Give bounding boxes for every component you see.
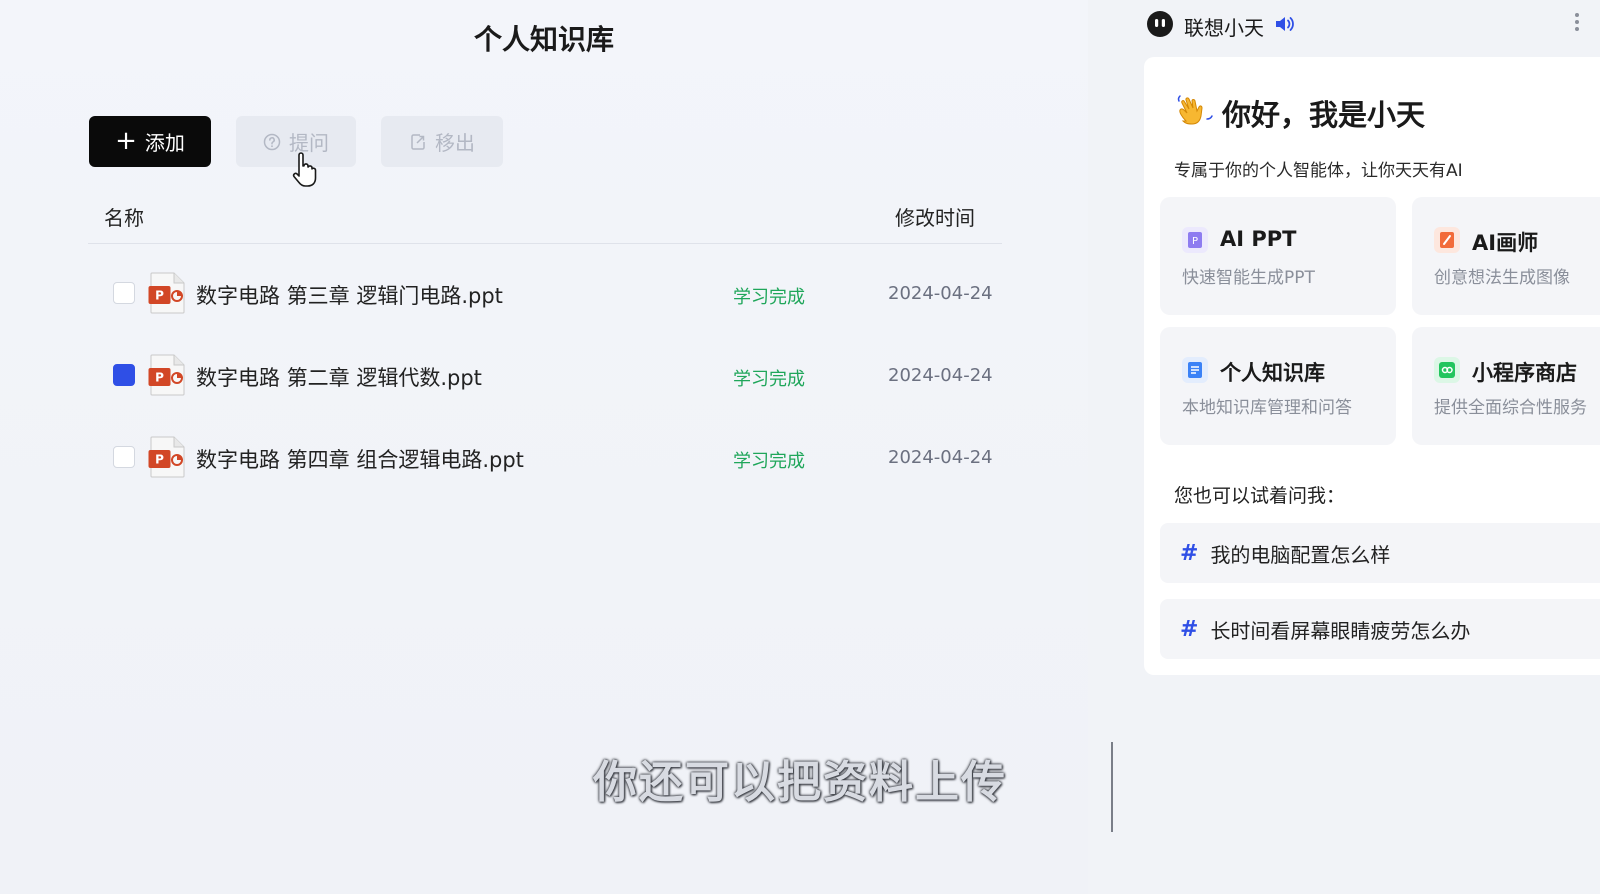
assistant-card: 你好，我是小天 专属于你的个人智能体，让你天天有AI P AI PPT 快速智能… — [1144, 57, 1600, 675]
row-checkbox[interactable] — [113, 446, 135, 468]
ppt-file-icon: P — [148, 272, 186, 318]
assistant-description: 专属于你的个人智能体，让你天天有AI — [1174, 161, 1463, 181]
plus-icon: + — [115, 125, 137, 156]
assistant-avatar-icon — [1146, 10, 1174, 42]
modified-date: 2024-04-24 — [888, 283, 993, 304]
store-icon — [1434, 357, 1460, 383]
speaker-icon[interactable] — [1274, 14, 1296, 38]
svg-text:P: P — [155, 289, 164, 303]
assistant-name: 联想小天 — [1184, 15, 1264, 40]
feature-title: 个人知识库 — [1220, 361, 1325, 385]
feature-ai-ppt[interactable]: P AI PPT 快速智能生成PPT — [1160, 197, 1396, 315]
ppt-file-icon: P — [148, 354, 186, 400]
assistant-header: 联想小天 — [1146, 10, 1296, 42]
suggestion-item[interactable]: # 长时间看屏幕眼睛疲劳怎么办 — [1160, 599, 1600, 659]
feature-desc: 快速智能生成PPT — [1182, 268, 1315, 288]
feature-desc: 创意想法生成图像 — [1434, 268, 1570, 288]
waving-hand-icon — [1174, 91, 1214, 135]
table-row[interactable]: P 数字电路 第三章 逻辑门电路.ppt 学习完成 2024-04-24 — [0, 262, 1088, 322]
ppt-icon: P — [1182, 227, 1208, 253]
table-row[interactable]: P 数字电路 第二章 逻辑代数.ppt 学习完成 2024-04-24 — [0, 344, 1088, 404]
hashtag-icon: # — [1180, 540, 1199, 566]
row-checkbox[interactable] — [113, 364, 135, 386]
remove-button-label: 移出 — [435, 131, 475, 155]
book-icon — [1182, 357, 1208, 383]
try-asking-label: 您也可以试着问我： — [1174, 485, 1346, 507]
painter-icon — [1434, 227, 1460, 253]
hand-cursor-icon — [291, 152, 317, 192]
svg-text:P: P — [155, 453, 164, 467]
status-badge: 学习完成 — [733, 451, 805, 472]
page-title: 个人知识库 — [473, 23, 614, 56]
feature-desc: 提供全面综合性服务 — [1434, 398, 1587, 418]
feature-mini-program-store[interactable]: 小程序商店 提供全面综合性服务 — [1412, 327, 1600, 445]
more-vertical-icon[interactable] — [1574, 12, 1580, 36]
ppt-file-icon: P — [148, 436, 186, 482]
suggestion-item[interactable]: # 我的电脑配置怎么样 — [1160, 523, 1600, 583]
question-circle-icon — [263, 133, 281, 151]
export-icon — [409, 133, 427, 151]
add-button-label: 添加 — [144, 131, 185, 155]
svg-text:P: P — [1192, 236, 1198, 247]
video-caption: 你还可以把资料上传 — [593, 757, 1007, 808]
add-button[interactable]: + 添加 — [89, 116, 211, 167]
suggestion-text: 长时间看屏幕眼睛疲劳怎么办 — [1210, 618, 1471, 643]
hashtag-icon: # — [1180, 616, 1199, 642]
feature-title: AI PPT — [1220, 227, 1297, 251]
modified-date: 2024-04-24 — [888, 447, 993, 468]
status-badge: 学习完成 — [733, 369, 805, 390]
row-checkbox[interactable] — [113, 282, 135, 304]
status-badge: 学习完成 — [733, 287, 805, 308]
remove-button[interactable]: 移出 — [381, 116, 503, 167]
feature-ai-painter[interactable]: AI画师 创意想法生成图像 — [1412, 197, 1600, 315]
modified-date: 2024-04-24 — [888, 365, 993, 386]
feature-desc: 本地知识库管理和问答 — [1182, 398, 1352, 418]
file-name[interactable]: 数字电路 第四章 组合逻辑电路.ppt — [196, 444, 524, 474]
table-row[interactable]: P 数字电路 第四章 组合逻辑电路.ppt 学习完成 2024-04-24 — [0, 426, 1088, 486]
file-name[interactable]: 数字电路 第三章 逻辑门电路.ppt — [196, 280, 503, 310]
column-header-name[interactable]: 名称 — [104, 202, 144, 231]
suggestion-text: 我的电脑配置怎么样 — [1210, 542, 1391, 567]
svg-text:P: P — [155, 371, 164, 385]
feature-title: AI画师 — [1472, 231, 1539, 255]
feature-title: 小程序商店 — [1472, 361, 1577, 385]
feature-knowledge-base[interactable]: 个人知识库 本地知识库管理和问答 — [1160, 327, 1396, 445]
header-divider — [88, 243, 1002, 244]
greeting-text: 你好，我是小天 — [1222, 98, 1426, 132]
file-name[interactable]: 数字电路 第二章 逻辑代数.ppt — [196, 362, 482, 392]
greeting: 你好，我是小天 — [1174, 91, 1425, 135]
column-header-modified-time[interactable]: 修改时间 — [895, 202, 975, 231]
